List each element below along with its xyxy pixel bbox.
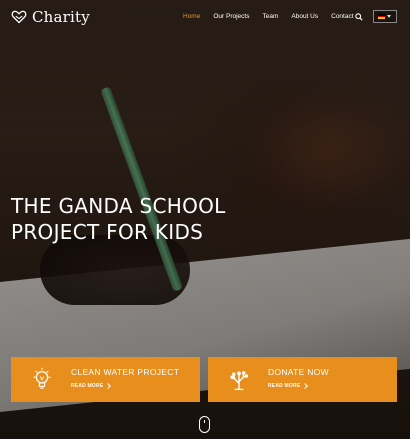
read-more-label: READ MORE xyxy=(71,383,104,389)
donate-now-card[interactable]: DONATE NOW READ MORE xyxy=(208,357,397,402)
headline-line-2: PROJECT FOR KIDS xyxy=(11,220,204,244)
nav-item-team[interactable]: Team xyxy=(262,13,278,20)
clean-water-project-card[interactable]: CLEAN WATER PROJECT READ MORE xyxy=(11,357,200,402)
read-more-link[interactable]: READ MORE xyxy=(71,383,179,389)
brand-name: Charity xyxy=(32,8,90,26)
lightbulb-icon xyxy=(33,367,51,389)
tree-icon xyxy=(230,371,249,391)
chevron-down-icon xyxy=(387,15,391,18)
heart-hands-icon xyxy=(11,10,27,24)
site-header: Charity Home Our Projects Team About Us … xyxy=(0,0,410,34)
read-more-link[interactable]: READ MORE xyxy=(268,383,329,389)
read-more-label: READ MORE xyxy=(268,383,301,389)
nav-item-about-us[interactable]: About Us xyxy=(291,13,318,20)
nav-item-our-projects[interactable]: Our Projects xyxy=(213,13,249,20)
main-nav: Home Our Projects Team About Us Contact xyxy=(183,13,367,20)
brand-logo[interactable]: Charity xyxy=(11,7,90,27)
chevron-right-icon xyxy=(302,383,309,389)
search-icon[interactable] xyxy=(355,13,363,21)
card-title: DONATE NOW xyxy=(268,367,329,377)
scroll-down-mouse-icon[interactable] xyxy=(199,416,210,433)
headline-line-1: THE GANDA SCHOOL xyxy=(11,194,226,218)
hero-headline: THE GANDA SCHOOL PROJECT FOR KIDS xyxy=(11,193,261,245)
language-selector[interactable] xyxy=(373,10,397,23)
nav-item-contact[interactable]: Contact xyxy=(331,13,353,20)
nav-item-home[interactable]: Home xyxy=(183,13,200,20)
chevron-right-icon xyxy=(105,383,112,389)
germany-flag-icon xyxy=(378,14,385,20)
card-title: CLEAN WATER PROJECT xyxy=(71,367,180,377)
